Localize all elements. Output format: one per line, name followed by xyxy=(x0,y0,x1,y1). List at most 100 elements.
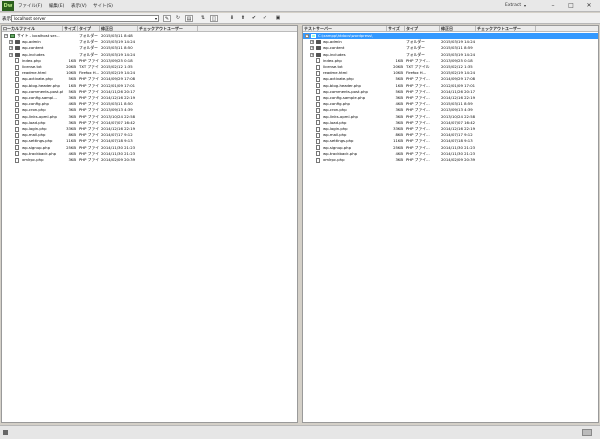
file-modified: 2015/03/11 8:50 xyxy=(101,45,133,51)
folder-row[interactable]: + wp-includes フォルダー 2015/03/19 14:24 xyxy=(303,52,598,58)
menu-site[interactable]: サイト(S) xyxy=(93,3,113,9)
collapse-icon[interactable]: − xyxy=(305,34,309,38)
expand-icon[interactable]: + xyxy=(9,46,13,51)
site-select-value: localhost server xyxy=(14,16,46,21)
file-row[interactable]: wp-config.php4KBPHP ファイ...2015/03/11 8:5… xyxy=(2,101,297,107)
file-row[interactable]: wp-config-sample.php 3KB PHP ファイ... 2014/12… xyxy=(303,95,598,101)
expand-icon[interactable]: + xyxy=(9,40,13,45)
file-row[interactable]: wp-cron.php3KBPHP ファイ...2013/09/13 4:39 xyxy=(2,107,297,113)
menu-view[interactable]: 表示(V) xyxy=(71,3,87,9)
file-type: フォルダー xyxy=(79,33,98,38)
expand-icon[interactable]: + xyxy=(310,46,314,51)
column-header-size[interactable]: サイズ xyxy=(63,26,78,32)
folder-icon xyxy=(316,46,321,51)
expand-panel-icon[interactable]: ◫ xyxy=(210,15,218,22)
file-row[interactable]: wp-settings.php11KBPHP ファイ...2014/07/18 … xyxy=(303,138,598,144)
check-out-icon[interactable]: ✔ xyxy=(250,15,258,22)
local-files-pane[interactable]: ローカルファイル サイズ タイプ 修正日 チェックアウトユーザー − サイト - … xyxy=(1,25,298,423)
file-row[interactable]: index.php1KBPHP ファイ...2013/09/25 0:18 xyxy=(303,58,598,64)
file-row[interactable]: wp-trackback.php4KBPHP ファイ...2014/11/30 … xyxy=(2,151,297,157)
site-root-row[interactable]: − C:\xampp\htdocs\wordpress\ xyxy=(303,33,598,39)
file-row[interactable]: wp-signup.php25KBPHP ファイ...2014/11/30 21… xyxy=(2,145,297,151)
file-row[interactable]: wp-load.php3KBPHP ファイ...2014/07/07 16:42 xyxy=(2,120,297,126)
file-size xyxy=(63,45,76,51)
file-modified: 2013/09/13 4:39 xyxy=(101,107,133,113)
column-header-type[interactable]: タイプ xyxy=(78,26,100,32)
file-type: フォルダー xyxy=(79,51,98,57)
file-row[interactable]: license.txt20KBTXT ファイル2015/02/12 1:35 xyxy=(303,64,598,70)
file-row[interactable]: readme.html 10KB Firefox H... 2015/02/19 14… xyxy=(303,70,598,76)
file-type: PHP ファイ... xyxy=(79,144,99,150)
file-row[interactable]: wp-comments-post.php5KBPHP ファイ...2014/11… xyxy=(2,89,297,95)
column-header-date[interactable]: 修正日 xyxy=(440,26,476,32)
site-root-row[interactable]: − サイト - localhost ser... フォルダー 2015/03/11 8… xyxy=(2,33,297,39)
file-type xyxy=(406,33,439,39)
menu-file[interactable]: ファイル(F) xyxy=(18,3,42,9)
folder-row[interactable]: + wp-content フォルダー 2015/03/11 8:50 xyxy=(2,45,297,51)
file-icon xyxy=(15,83,19,89)
file-row[interactable]: wp-signup.php25KBPHP ファイ...2014/11/30 21… xyxy=(303,145,598,151)
connect-icon[interactable]: ✎ xyxy=(163,15,171,22)
file-row[interactable]: wp-comments-post.php5KBPHP ファイ...2014/11… xyxy=(303,89,598,95)
folder-row[interactable]: + wp-content フォルダー 2015/03/11 8:59 xyxy=(303,45,598,51)
expand-icon[interactable]: + xyxy=(310,40,314,45)
log-icon[interactable]: ▣ xyxy=(274,15,282,22)
file-type: PHP ファイ... xyxy=(79,101,99,107)
sync-icon[interactable]: ⇅ xyxy=(199,15,207,22)
folder-row[interactable]: + wp-includes フォルダー 2015/03/19 14:24 xyxy=(2,52,297,58)
maximize-icon[interactable]: □ xyxy=(566,2,576,10)
file-row[interactable]: xmlrpc.php3KBPHP ファイ...2014/02/09 20:39 xyxy=(2,157,297,163)
file-row[interactable]: license.txt20KBTXT ファイル2015/02/12 1:35 xyxy=(2,64,297,70)
folder-row[interactable]: + wp-admin フォルダー 2015/03/19 14:24 xyxy=(303,39,598,45)
view-server-icon[interactable]: ▤ xyxy=(185,15,193,22)
file-modified: 2013/10/24 22:58 xyxy=(101,113,136,119)
file-row[interactable]: wp-config.php4KBPHP ファイ...2015/03/11 8:5… xyxy=(303,101,598,107)
column-header-name[interactable]: テストサーバー xyxy=(303,26,387,32)
check-in-icon[interactable]: ✓ xyxy=(261,15,269,22)
file-row[interactable]: wp-trackback.php4KBPHP ファイ...2014/11/30 … xyxy=(303,151,598,157)
file-row[interactable]: wp-settings.php11KBPHP ファイ...2014/07/18 … xyxy=(2,138,297,144)
folder-row[interactable]: + wp-admin フォルダー 2015/03/19 14:24 xyxy=(2,39,297,45)
column-header-size[interactable]: サイズ xyxy=(387,26,405,32)
file-row[interactable]: wp-blog-header.php1KBPHP ファイ...2012/01/0… xyxy=(303,83,598,89)
file-row[interactable]: wp-mail.php8KBPHP ファイ...2014/07/17 9:12 xyxy=(2,132,297,138)
file-row[interactable]: wp-login.php33KBPHP ファイ...2014/12/16 22:… xyxy=(2,126,297,132)
file-row[interactable]: wp-activate.php5KBPHP ファイ...2014/09/29 1… xyxy=(303,76,598,82)
column-header-date[interactable]: 修正日 xyxy=(100,26,138,32)
get-files-icon[interactable]: ⬇ xyxy=(228,15,236,22)
collapse-icon[interactable]: − xyxy=(4,34,8,38)
extract-button[interactable]: Extract xyxy=(505,3,521,8)
column-header-checkout[interactable]: チェックアウトユーザー xyxy=(476,26,536,32)
expand-icon[interactable]: + xyxy=(9,52,13,57)
column-header-checkout[interactable]: チェックアウトユーザー xyxy=(138,26,198,32)
file-size: 3KB xyxy=(395,107,403,113)
menu-edit[interactable]: 編集(E) xyxy=(49,3,64,9)
log-button[interactable] xyxy=(582,429,592,436)
file-row[interactable]: wp-mail.php8KBPHP ファイ...2014/07/17 9:12 xyxy=(303,132,598,138)
file-row[interactable]: wp-blog-header.php1KBPHP ファイ...2012/01/0… xyxy=(2,83,297,89)
file-row[interactable]: wp-links-opml.php3KBPHP ファイ...2013/10/24… xyxy=(2,114,297,120)
column-header-type[interactable]: タイプ xyxy=(405,26,440,32)
file-icon xyxy=(15,157,19,163)
expand-icon[interactable]: + xyxy=(310,52,314,57)
file-row[interactable]: wp-login.php33KBPHP ファイ...2014/12/16 22:… xyxy=(303,126,598,132)
minimize-icon[interactable]: – xyxy=(548,2,558,10)
close-icon[interactable]: ✕ xyxy=(584,2,594,10)
put-files-icon[interactable]: ⬆ xyxy=(239,15,247,22)
file-row[interactable]: readme.html 10KB Firefox H... 2015/02/19 14… xyxy=(2,70,297,76)
workspace-dropdown-icon[interactable]: ▾ xyxy=(524,3,526,8)
file-row[interactable]: wp-load.php3KBPHP ファイ...2014/07/07 16:42 xyxy=(303,120,598,126)
file-row[interactable]: wp-activate.php5KBPHP ファイ...2014/09/29 1… xyxy=(2,76,297,82)
file-row[interactable]: wp-links-opml.php3KBPHP ファイ...2013/10/24… xyxy=(303,114,598,120)
file-row[interactable]: xmlrpc.php3KBPHP ファイ...2014/02/09 20:39 xyxy=(303,157,598,163)
refresh-icon[interactable]: ↻ xyxy=(174,15,182,22)
file-row[interactable]: wp-config-sampl... 3KBPHP ファイ...2014/12/1… xyxy=(2,95,297,101)
file-modified: 2015/03/19 14:24 xyxy=(441,51,475,57)
file-icon xyxy=(316,95,320,101)
file-row[interactable]: wp-cron.php3KBPHP ファイ...2013/09/13 4:39 xyxy=(303,107,598,113)
column-header-name[interactable]: ローカルファイル xyxy=(2,26,63,32)
file-name: wp-login.php xyxy=(22,126,47,131)
file-row[interactable]: index.php1KBPHP ファイ...2013/09/25 0:18 xyxy=(2,58,297,64)
test-server-pane[interactable]: テストサーバー サイズ タイプ 修正日 チェックアウトユーザー − C:\xamp… xyxy=(302,25,599,423)
site-select[interactable]: localhost server ▾ xyxy=(11,15,159,22)
